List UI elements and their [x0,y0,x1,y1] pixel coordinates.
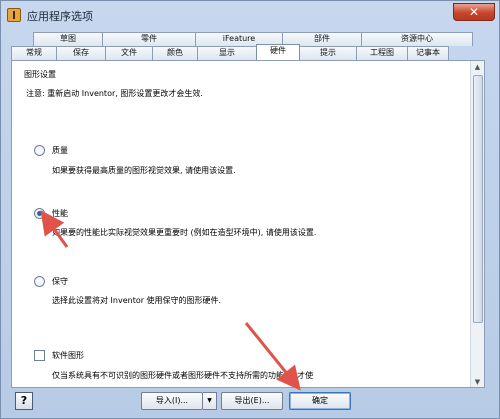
conservative-desc: 选择此设置将对 Inventor 使用保守的图形硬件. [52,296,222,305]
tab-general[interactable]: 常规 [11,46,57,60]
hardware-panel: 图形设置 注意: 重新启动 Inventor, 图形设置更改才会生效. 质量 如… [11,60,485,388]
help-button[interactable]: ? [15,392,33,410]
software-graphics-label[interactable]: 软件图形 [52,350,84,361]
title-bar[interactable]: 应用程序选项 ✕ [1,1,500,29]
restart-note: 注意: 重新启动 Inventor, 图形设置更改才会生效. [26,89,203,98]
window-title: 应用程序选项 [27,10,93,23]
tab-save[interactable]: 保存 [56,46,106,60]
quality-label[interactable]: 质量 [52,145,68,156]
close-button[interactable]: ✕ [453,3,495,21]
tab-strip: 草图 零件 iFeature 部件 资源中心 常规 保存 文件 颜色 显示 硬件… [11,31,495,61]
scrollbar-thumb[interactable] [473,75,483,323]
tab-drawing[interactable]: 工程图 [356,46,408,60]
dropdown-arrow-icon[interactable]: ▼ [203,392,217,410]
software-graphics-checkbox[interactable] [34,350,45,361]
tab-notebook[interactable]: 记事本 [407,46,449,60]
software-graphics-desc: 仅当系统具有不可识别的图形硬件或者图形硬件不支持所需的功能时, 才使 [52,371,314,380]
tab-hardware[interactable]: 硬件 [256,44,300,60]
tab-display[interactable]: 显示 [197,46,257,60]
scroll-up-icon[interactable]: ▲ [471,61,484,74]
quality-radio[interactable] [34,145,45,156]
group-title: 图形设置 [24,70,56,79]
close-icon: ✕ [468,5,480,19]
performance-label[interactable]: 性能 [52,208,68,219]
tab-file[interactable]: 文件 [105,46,153,60]
tab-row-front: 常规 保存 文件 颜色 显示 硬件 提示 工程图 记事本 [11,44,449,60]
export-button[interactable]: 导出(E)... [221,392,283,410]
conservative-label[interactable]: 保守 [52,276,68,287]
performance-radio[interactable] [34,208,45,219]
dialog-footer: ? 导入(I)... ▼ 导出(E)... 确定 [1,390,500,419]
tab-part[interactable]: 零件 [102,32,196,46]
ok-button[interactable]: 确定 [289,392,351,410]
tab-prompts[interactable]: 提示 [299,46,357,60]
import-button[interactable]: 导入(I)... [141,392,203,410]
app-options-dialog: 应用程序选项 ✕ 草图 零件 iFeature 部件 资源中心 常规 保存 文件… [0,0,500,419]
tab-row-back: 草图 零件 iFeature 部件 资源中心 [33,32,473,46]
tab-content-center[interactable]: 资源中心 [361,32,473,46]
vertical-scrollbar[interactable]: ▲ ▼ [470,61,484,387]
scroll-down-icon[interactable]: ▼ [471,376,484,387]
tab-sketch[interactable]: 草图 [33,32,103,46]
tab-colors[interactable]: 颜色 [152,46,198,60]
quality-desc: 如果要获得最高质量的图形视觉效果, 请使用该设置. [52,166,236,175]
conservative-radio[interactable] [34,276,45,287]
graphics-settings-group: 图形设置 注意: 重新启动 Inventor, 图形设置更改才会生效. 质量 如… [12,61,472,387]
performance-desc: 如果要的性能比实际视觉效果更重要时 (例如在造型环境中), 请使用该设置. [52,228,317,237]
app-icon [7,8,21,22]
